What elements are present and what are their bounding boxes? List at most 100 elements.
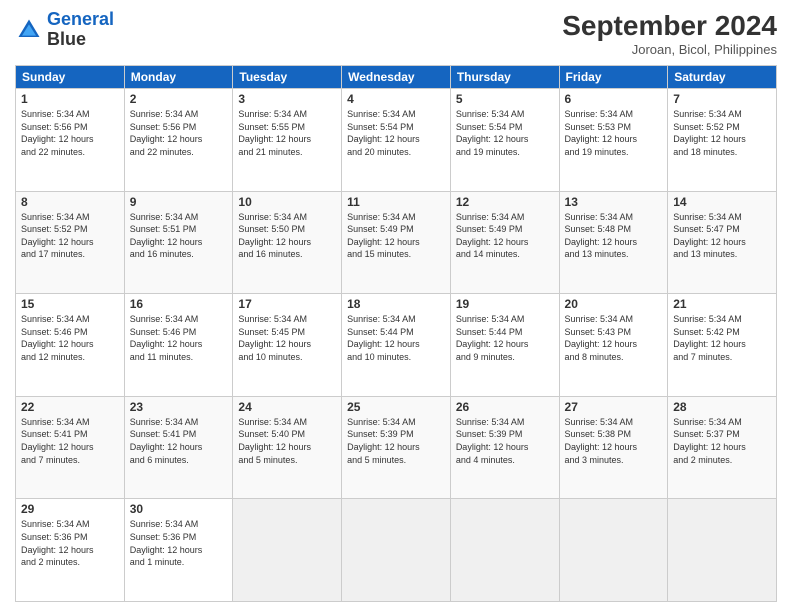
logo-icon xyxy=(15,16,43,44)
col-friday: Friday xyxy=(559,66,668,89)
day-info: Sunrise: 5:34 AMSunset: 5:37 PMDaylight:… xyxy=(673,416,771,466)
table-cell: 3Sunrise: 5:34 AMSunset: 5:55 PMDaylight… xyxy=(233,89,342,192)
table-cell: 14Sunrise: 5:34 AMSunset: 5:47 PMDayligh… xyxy=(668,191,777,294)
day-number: 13 xyxy=(565,195,663,209)
day-info: Sunrise: 5:34 AMSunset: 5:49 PMDaylight:… xyxy=(347,211,445,261)
logo-text: General Blue xyxy=(47,10,114,50)
col-tuesday: Tuesday xyxy=(233,66,342,89)
month-title: September 2024 xyxy=(562,10,777,42)
col-sunday: Sunday xyxy=(16,66,125,89)
day-info: Sunrise: 5:34 AMSunset: 5:41 PMDaylight:… xyxy=(130,416,228,466)
table-cell: 19Sunrise: 5:34 AMSunset: 5:44 PMDayligh… xyxy=(450,294,559,397)
day-number: 30 xyxy=(130,502,228,516)
title-section: September 2024 Joroan, Bicol, Philippine… xyxy=(562,10,777,57)
page: General Blue September 2024 Joroan, Bico… xyxy=(0,0,792,612)
day-number: 15 xyxy=(21,297,119,311)
table-cell: 22 Sunrise: 5:34 AMSunset: 5:41 PMDayligh… xyxy=(16,396,125,499)
day-number: 7 xyxy=(673,92,771,106)
day-info: Sunrise: 5:34 AMSunset: 5:55 PMDaylight:… xyxy=(238,108,336,158)
day-info: Sunrise: 5:34 AMSunset: 5:46 PMDaylight:… xyxy=(130,313,228,363)
day-info: Sunrise: 5:34 AMSunset: 5:39 PMDaylight:… xyxy=(456,416,554,466)
table-cell: 20 Sunrise: 5:34 AMSunset: 5:43 PMDayligh… xyxy=(559,294,668,397)
table-cell: 12 Sunrise: 5:34 AMSunset: 5:49 PMDayligh… xyxy=(450,191,559,294)
table-cell: 18Sunrise: 5:34 AMSunset: 5:44 PMDayligh… xyxy=(342,294,451,397)
day-info: Sunrise: 5:34 AMSunset: 5:36 PMDaylight:… xyxy=(21,518,119,568)
table-cell: 1 Sunrise: 5:34 AMSunset: 5:56 PMDaylight… xyxy=(16,89,125,192)
table-cell: 29 Sunrise: 5:34 AMSunset: 5:36 PMDayligh… xyxy=(16,499,125,602)
calendar-row: 8 Sunrise: 5:34 AMSunset: 5:52 PMDaylight… xyxy=(16,191,777,294)
header: General Blue September 2024 Joroan, Bico… xyxy=(15,10,777,57)
day-info: Sunrise: 5:34 AMSunset: 5:41 PMDaylight:… xyxy=(21,416,119,466)
day-number: 26 xyxy=(456,400,554,414)
table-cell: 10 Sunrise: 5:34 AMSunset: 5:50 PMDayligh… xyxy=(233,191,342,294)
table-cell: 27 Sunrise: 5:34 AMSunset: 5:38 PMDayligh… xyxy=(559,396,668,499)
calendar-row: 22 Sunrise: 5:34 AMSunset: 5:41 PMDayligh… xyxy=(16,396,777,499)
table-cell: 25Sunrise: 5:34 AMSunset: 5:39 PMDayligh… xyxy=(342,396,451,499)
day-info: Sunrise: 5:34 AMSunset: 5:36 PMDaylight:… xyxy=(130,518,228,568)
table-cell: 30 Sunrise: 5:34 AMSunset: 5:36 PMDayligh… xyxy=(124,499,233,602)
table-cell: 11 Sunrise: 5:34 AMSunset: 5:49 PMDayligh… xyxy=(342,191,451,294)
col-wednesday: Wednesday xyxy=(342,66,451,89)
col-monday: Monday xyxy=(124,66,233,89)
day-number: 10 xyxy=(238,195,336,209)
table-cell: 21 Sunrise: 5:34 AMSunset: 5:42 PMDayligh… xyxy=(668,294,777,397)
day-number: 8 xyxy=(21,195,119,209)
calendar-row: 29 Sunrise: 5:34 AMSunset: 5:36 PMDayligh… xyxy=(16,499,777,602)
day-info: Sunrise: 5:34 AMSunset: 5:54 PMDaylight:… xyxy=(347,108,445,158)
day-info: Sunrise: 5:34 AMSunset: 5:48 PMDaylight:… xyxy=(565,211,663,261)
day-info: Sunrise: 5:34 AMSunset: 5:49 PMDaylight:… xyxy=(456,211,554,261)
table-cell: 24Sunrise: 5:34 AMSunset: 5:40 PMDayligh… xyxy=(233,396,342,499)
day-number: 17 xyxy=(238,297,336,311)
day-info: Sunrise: 5:34 AMSunset: 5:56 PMDaylight:… xyxy=(130,108,228,158)
table-cell: 8 Sunrise: 5:34 AMSunset: 5:52 PMDaylight… xyxy=(16,191,125,294)
table-cell: 5 Sunrise: 5:34 AMSunset: 5:54 PMDaylight… xyxy=(450,89,559,192)
day-number: 22 xyxy=(21,400,119,414)
day-info: Sunrise: 5:34 AMSunset: 5:47 PMDaylight:… xyxy=(673,211,771,261)
table-cell xyxy=(342,499,451,602)
day-info: Sunrise: 5:34 AMSunset: 5:43 PMDaylight:… xyxy=(565,313,663,363)
day-info: Sunrise: 5:34 AMSunset: 5:42 PMDaylight:… xyxy=(673,313,771,363)
col-thursday: Thursday xyxy=(450,66,559,89)
location-subtitle: Joroan, Bicol, Philippines xyxy=(562,42,777,57)
header-row: Sunday Monday Tuesday Wednesday Thursday… xyxy=(16,66,777,89)
day-info: Sunrise: 5:34 AMSunset: 5:52 PMDaylight:… xyxy=(21,211,119,261)
table-cell: 28 Sunrise: 5:34 AMSunset: 5:37 PMDayligh… xyxy=(668,396,777,499)
day-number: 2 xyxy=(130,92,228,106)
day-number: 5 xyxy=(456,92,554,106)
day-info: Sunrise: 5:34 AMSunset: 5:56 PMDaylight:… xyxy=(21,108,119,158)
day-number: 24 xyxy=(238,400,336,414)
day-number: 18 xyxy=(347,297,445,311)
table-cell: 7Sunrise: 5:34 AMSunset: 5:52 PMDaylight… xyxy=(668,89,777,192)
day-number: 21 xyxy=(673,297,771,311)
table-cell xyxy=(559,499,668,602)
table-cell: 4Sunrise: 5:34 AMSunset: 5:54 PMDaylight… xyxy=(342,89,451,192)
table-cell xyxy=(450,499,559,602)
calendar-body: 1 Sunrise: 5:34 AMSunset: 5:56 PMDaylight… xyxy=(16,89,777,602)
table-cell: 26 Sunrise: 5:34 AMSunset: 5:39 PMDayligh… xyxy=(450,396,559,499)
day-number: 20 xyxy=(565,297,663,311)
calendar-header: Sunday Monday Tuesday Wednesday Thursday… xyxy=(16,66,777,89)
table-cell: 6Sunrise: 5:34 AMSunset: 5:53 PMDaylight… xyxy=(559,89,668,192)
table-cell: 13 Sunrise: 5:34 AMSunset: 5:48 PMDayligh… xyxy=(559,191,668,294)
calendar-table: Sunday Monday Tuesday Wednesday Thursday… xyxy=(15,65,777,602)
day-number: 11 xyxy=(347,195,445,209)
day-number: 9 xyxy=(130,195,228,209)
day-info: Sunrise: 5:34 AMSunset: 5:38 PMDaylight:… xyxy=(565,416,663,466)
day-number: 28 xyxy=(673,400,771,414)
day-number: 29 xyxy=(21,502,119,516)
day-info: Sunrise: 5:34 AMSunset: 5:53 PMDaylight:… xyxy=(565,108,663,158)
day-info: Sunrise: 5:34 AMSunset: 5:45 PMDaylight:… xyxy=(238,313,336,363)
day-number: 19 xyxy=(456,297,554,311)
day-info: Sunrise: 5:34 AMSunset: 5:50 PMDaylight:… xyxy=(238,211,336,261)
day-info: Sunrise: 5:34 AMSunset: 5:54 PMDaylight:… xyxy=(456,108,554,158)
day-number: 27 xyxy=(565,400,663,414)
day-number: 12 xyxy=(456,195,554,209)
day-info: Sunrise: 5:34 AMSunset: 5:51 PMDaylight:… xyxy=(130,211,228,261)
col-saturday: Saturday xyxy=(668,66,777,89)
day-number: 1 xyxy=(21,92,119,106)
table-cell xyxy=(668,499,777,602)
calendar-row: 15 Sunrise: 5:34 AMSunset: 5:46 PMDayligh… xyxy=(16,294,777,397)
day-number: 25 xyxy=(347,400,445,414)
calendar-row: 1 Sunrise: 5:34 AMSunset: 5:56 PMDaylight… xyxy=(16,89,777,192)
table-cell: 23Sunrise: 5:34 AMSunset: 5:41 PMDayligh… xyxy=(124,396,233,499)
